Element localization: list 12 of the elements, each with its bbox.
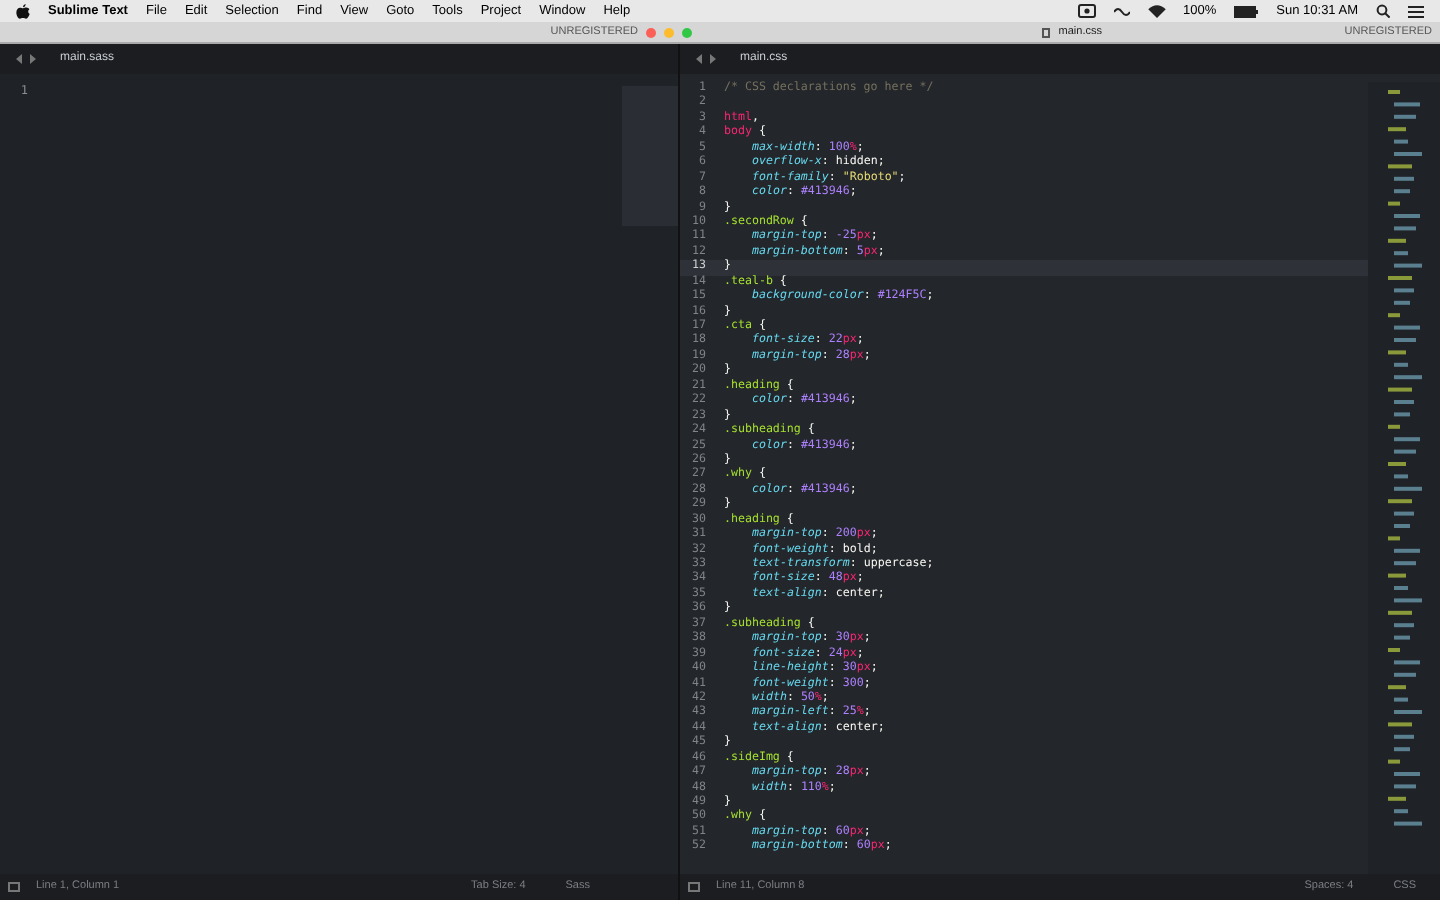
panel-icon[interactable] [8, 882, 20, 892]
wifi-icon[interactable] [1147, 4, 1166, 18]
battery-icon[interactable] [1234, 5, 1259, 17]
panel-icon[interactable] [688, 882, 700, 892]
search-icon[interactable] [1376, 4, 1390, 18]
screen-record-icon[interactable] [1077, 4, 1096, 18]
list-icon[interactable] [1408, 5, 1424, 17]
tab-nav-arrows-icon[interactable] [696, 54, 716, 64]
wave-icon[interactable] [1113, 6, 1130, 16]
document-icon [1042, 27, 1051, 37]
apple-icon[interactable] [16, 3, 30, 19]
tab-nav-arrows-icon[interactable] [16, 54, 36, 64]
